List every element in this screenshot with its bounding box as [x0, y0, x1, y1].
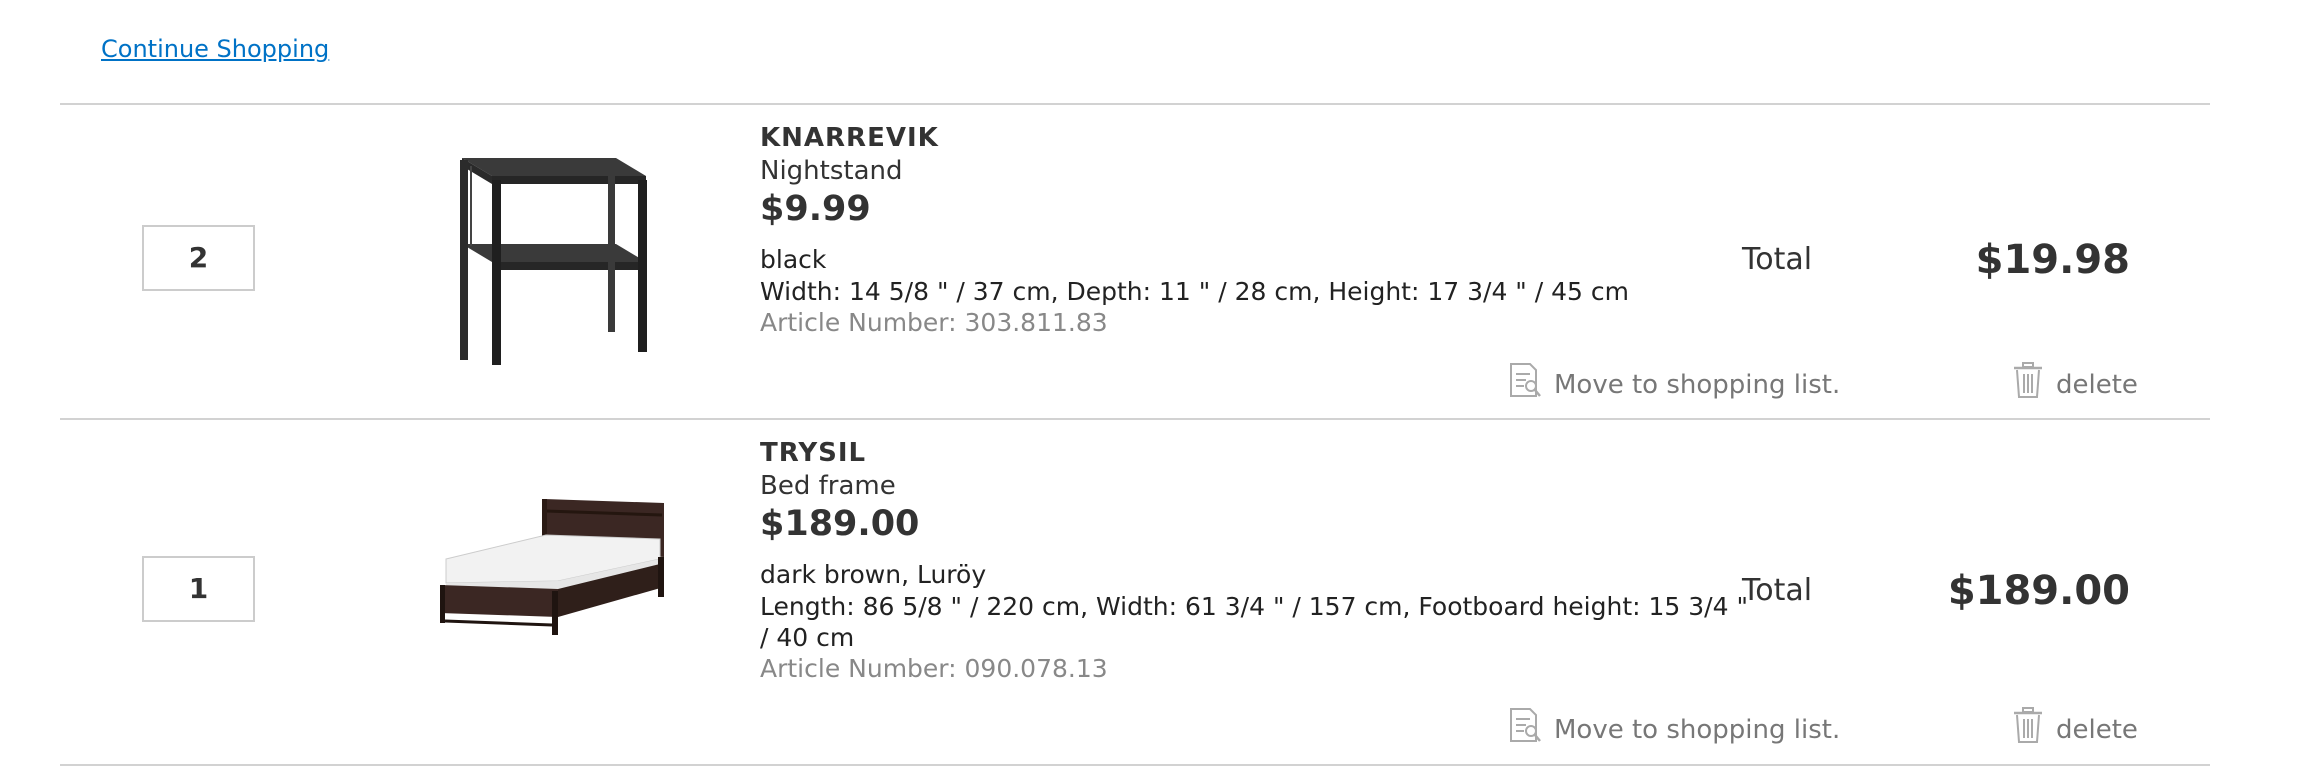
bed-frame-icon: [440, 499, 664, 635]
continue-shopping-link[interactable]: Continue Shopping: [101, 34, 329, 64]
trash-icon: [2012, 362, 2044, 407]
article-number: Article Number: 303.811.83: [760, 308, 1108, 337]
nightstand-image[interactable]: [448, 140, 658, 374]
move-label: Move to shopping list.: [1554, 369, 1841, 400]
total-value: $19.98: [1975, 237, 2130, 283]
delete-button[interactable]: delete: [2012, 707, 2138, 752]
item-info: KNARREVIK Nightstand $9.99 black Width: …: [760, 122, 1629, 339]
delete-label: delete: [2056, 369, 2138, 400]
article-number: Article Number: 090.078.13: [760, 654, 1108, 683]
product-price: $9.99: [760, 189, 871, 229]
product-color: dark brown, Luröy: [760, 560, 987, 589]
move-to-shopping-list-button[interactable]: Move to shopping list.: [1508, 707, 1840, 752]
shopping-list-icon: [1508, 707, 1542, 752]
trash-icon: [2012, 707, 2044, 752]
product-color: black: [760, 245, 827, 274]
cart-item-row: 2 KNARREVIK Nightstand $9.99 black Width…: [0, 105, 2300, 418]
product-name[interactable]: TRYSIL: [760, 437, 1750, 469]
cart-item-row: 1 TRYSIL Bed frame $189.00 dark brown, L…: [0, 420, 2300, 764]
item-info: TRYSIL Bed frame $189.00 dark brown, Lur…: [760, 437, 1750, 685]
product-price: $189.00: [760, 504, 920, 544]
product-dimensions: Length: 86 5/8 " / 220 cm, Width: 61 3/4…: [760, 592, 1748, 652]
move-label: Move to shopping list.: [1554, 714, 1841, 745]
total-value: $189.00: [1947, 568, 2130, 614]
nightstand-icon: [460, 158, 647, 365]
product-name[interactable]: KNARREVIK: [760, 122, 1629, 154]
delete-button[interactable]: delete: [2012, 362, 2138, 407]
product-dimensions: Width: 14 5/8 " / 37 cm, Depth: 11 " / 2…: [760, 277, 1629, 306]
total-label: Total: [1742, 242, 1813, 277]
divider-bottom: [60, 764, 2210, 766]
total-label: Total: [1742, 573, 1813, 608]
delete-label: delete: [2056, 714, 2138, 745]
quantity-input[interactable]: 2: [142, 225, 255, 291]
product-type: Nightstand: [760, 156, 903, 186]
product-type: Bed frame: [760, 471, 896, 501]
bed-frame-image[interactable]: [438, 497, 668, 641]
shopping-list-icon: [1508, 362, 1542, 407]
move-to-shopping-list-button[interactable]: Move to shopping list.: [1508, 362, 1840, 407]
quantity-input[interactable]: 1: [142, 556, 255, 622]
